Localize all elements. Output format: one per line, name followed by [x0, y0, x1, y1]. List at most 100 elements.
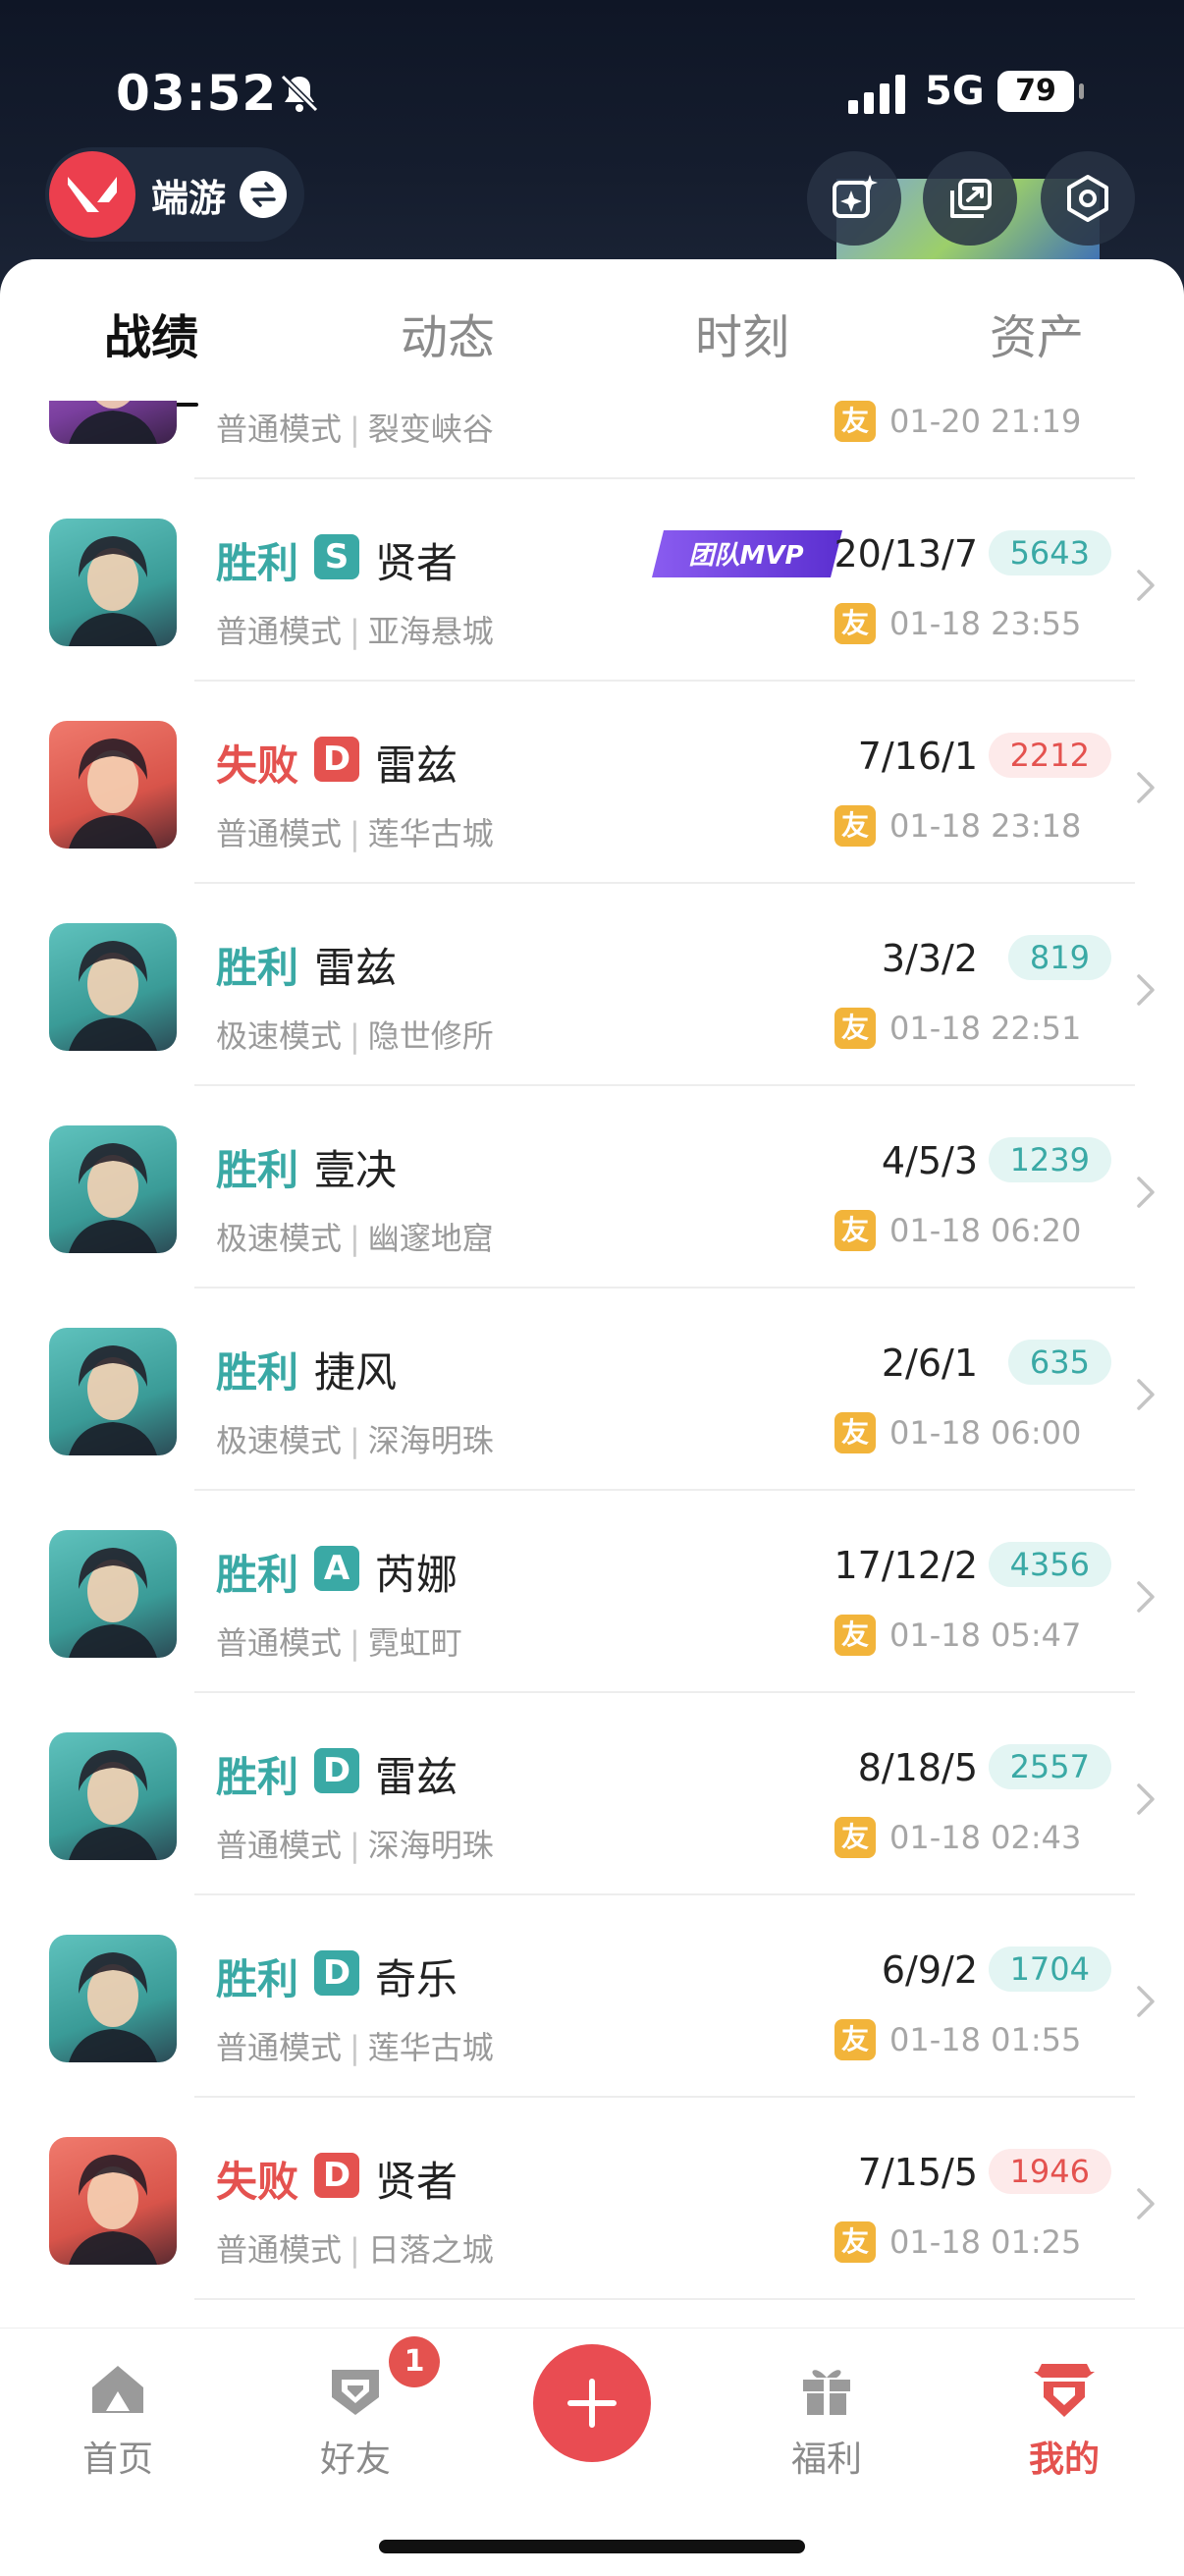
match-row[interactable]: 胜利 D 雷兹 8/18/5 2557 普通模式 | 深海明珠 友 01-18 02:43: [0, 1693, 1184, 1895]
plus-icon: [567, 2379, 617, 2428]
map-name: 深海明珠: [367, 1827, 494, 1864]
match-date: 01-18 02:43: [889, 1819, 1082, 1856]
map-name: 莲华古城: [367, 815, 494, 852]
row-divider: [194, 2298, 1135, 2300]
match-row[interactable]: 胜利 壹决 4/5/3 1239 极速模式 | 幽邃地窟 友 01-18 06:20: [0, 1086, 1184, 1288]
tab-assets[interactable]: 资产: [939, 299, 1135, 367]
settings-button[interactable]: [1041, 151, 1135, 246]
team-mvp-badge: 团队MVP: [650, 526, 846, 581]
status-bar: 03:52 5G 79: [0, 59, 1184, 137]
agent-portrait: [49, 519, 177, 646]
match-result: 胜利: [216, 1955, 299, 2003]
match-row[interactable]: 普通模式 | 裂变峡谷 友 01-20 21:19: [0, 401, 1184, 479]
tab-records[interactable]: 战绩: [53, 299, 249, 418]
match-date: 01-18 22:51: [889, 1010, 1082, 1047]
agent-name: 雷兹: [375, 1753, 458, 1801]
match-row[interactable]: 失败 D 贤者 7/15/5 1946 普通模式 | 日落之城 友 01-18 01:25: [0, 2098, 1184, 2300]
game-mode: 极速模式: [216, 1017, 343, 1055]
ai-sparkle-button[interactable]: [807, 151, 901, 246]
agent-name: 贤者: [375, 539, 458, 587]
match-result: 失败: [216, 741, 299, 790]
status-time: 03:52: [116, 65, 278, 122]
home-icon: [92, 2366, 143, 2413]
match-result: 胜利: [216, 1551, 299, 1599]
match-date: 01-20 21:19: [889, 403, 1082, 440]
nav-welfare[interactable]: 福利: [748, 2358, 905, 2482]
divider: |: [350, 2029, 360, 2066]
match-score: 819: [1007, 935, 1111, 980]
match-date: 01-18 23:55: [889, 605, 1082, 642]
map-name: 霓虹町: [367, 1624, 462, 1662]
match-score: 1946: [988, 2149, 1111, 2194]
mode-map-line: 极速模式 | 隐世修所: [216, 1012, 494, 1057]
tab-moments[interactable]: 时刻: [644, 299, 840, 367]
kda-stat: 2/6/1: [881, 1342, 978, 1385]
tab-bar: 战绩 动态 时刻 资产: [0, 259, 1184, 418]
share-button[interactable]: [923, 151, 1017, 246]
nav-welfare-label: 福利: [790, 2439, 862, 2480]
app-switcher-label: 端游: [151, 176, 227, 220]
agent-portrait: [49, 721, 177, 849]
tab-feed[interactable]: 动态: [350, 299, 546, 367]
nav-profile[interactable]: 我的: [986, 2358, 1143, 2482]
map-name: 深海明珠: [367, 1422, 494, 1459]
game-mode: 普通模式: [216, 613, 343, 650]
divider: |: [350, 1624, 360, 1662]
match-row[interactable]: 胜利 雷兹 3/3/2 819 极速模式 | 隐世修所 友 01-18 22:51: [0, 884, 1184, 1086]
agent-name: 贤者: [375, 2158, 458, 2206]
chevron-right-icon: [1137, 974, 1155, 1006]
kda-stat: 7/16/1: [857, 735, 978, 778]
tab-records-label: 战绩: [103, 310, 198, 365]
match-row[interactable]: 胜利 S 贤者 团队MVP 20/13/7 5643 普通模式 | 亚海悬城 友 01-18 23:…: [0, 479, 1184, 682]
profile-icon: [1034, 2364, 1095, 2417]
match-score: 4356: [988, 1542, 1111, 1587]
home-indicator: [379, 2540, 805, 2553]
match-result: 胜利: [216, 1348, 299, 1397]
kda-stat: 17/12/2: [834, 1544, 979, 1587]
create-post-button[interactable]: [533, 2344, 651, 2462]
grade-badge: D: [314, 1748, 359, 1793]
kda-stat: 8/18/5: [857, 1746, 978, 1789]
settings-icon: [1067, 175, 1108, 222]
friend-tag: 友: [834, 2221, 876, 2263]
map-name: 幽邃地窟: [367, 1220, 494, 1257]
tab-moments-label: 时刻: [694, 310, 789, 365]
agent-portrait: [49, 923, 177, 1051]
grade-badge: S: [314, 534, 359, 579]
chevron-right-icon: [1137, 570, 1155, 601]
match-row[interactable]: 胜利 捷风 2/6/1 635 极速模式 | 深海明珠 友 01-18 06:00: [0, 1288, 1184, 1491]
match-date: 01-18 06:00: [889, 1414, 1082, 1452]
friends-notification-badge: 1: [389, 2336, 440, 2387]
nav-home[interactable]: 首页: [39, 2358, 196, 2482]
divider: |: [350, 815, 360, 852]
map-name: 隐世修所: [367, 1017, 494, 1055]
match-row[interactable]: 失败 D 雷兹 7/16/1 2212 普通模式 | 莲华古城 友 01-18 23:18: [0, 682, 1184, 884]
match-row[interactable]: 胜利 D 奇乐 6/9/2 1704 普通模式 | 莲华古城 友 01-18 01:55: [0, 1895, 1184, 2098]
agent-portrait: [49, 1935, 177, 2062]
mode-map-line: 极速模式 | 深海明珠: [216, 1416, 494, 1461]
mode-map-line: 普通模式 | 亚海悬城: [216, 607, 494, 652]
agent-name: 奇乐: [375, 1955, 458, 2003]
chevron-right-icon: [1137, 1783, 1155, 1815]
nav-friends-label: 好友: [319, 2439, 391, 2480]
friend-tag: 友: [834, 401, 876, 442]
match-date: 01-18 01:25: [889, 2223, 1082, 2261]
match-result: 胜利: [216, 1146, 299, 1194]
network-type: 5G: [925, 69, 985, 114]
agent-name: 雷兹: [314, 944, 398, 992]
agent-name: 捷风: [314, 1348, 398, 1397]
friend-tag: 友: [834, 1615, 876, 1656]
kda-stat: 3/3/2: [881, 937, 978, 980]
match-history-list: 普通模式 | 裂变峡谷友 01-20 21:19 胜利 S 贤者 团队MVP 20/13/7 56…: [0, 401, 1184, 2335]
gift-icon: [803, 2370, 850, 2415]
match-date: 01-18 06:20: [889, 1212, 1082, 1249]
sparkle-icon: [833, 175, 878, 218]
divider: |: [350, 411, 360, 448]
game-mode: 普通模式: [216, 411, 343, 448]
friend-tag: 友: [834, 1817, 876, 1858]
tab-feed-label: 动态: [400, 310, 495, 365]
match-row[interactable]: 胜利 A 芮娜 17/12/2 4356 普通模式 | 霓虹町 友 01-18 05:47: [0, 1491, 1184, 1693]
app-switcher-button[interactable]: 端游: [45, 147, 304, 242]
kda-stat: 4/5/3: [881, 1139, 978, 1182]
match-result: 胜利: [216, 944, 299, 992]
